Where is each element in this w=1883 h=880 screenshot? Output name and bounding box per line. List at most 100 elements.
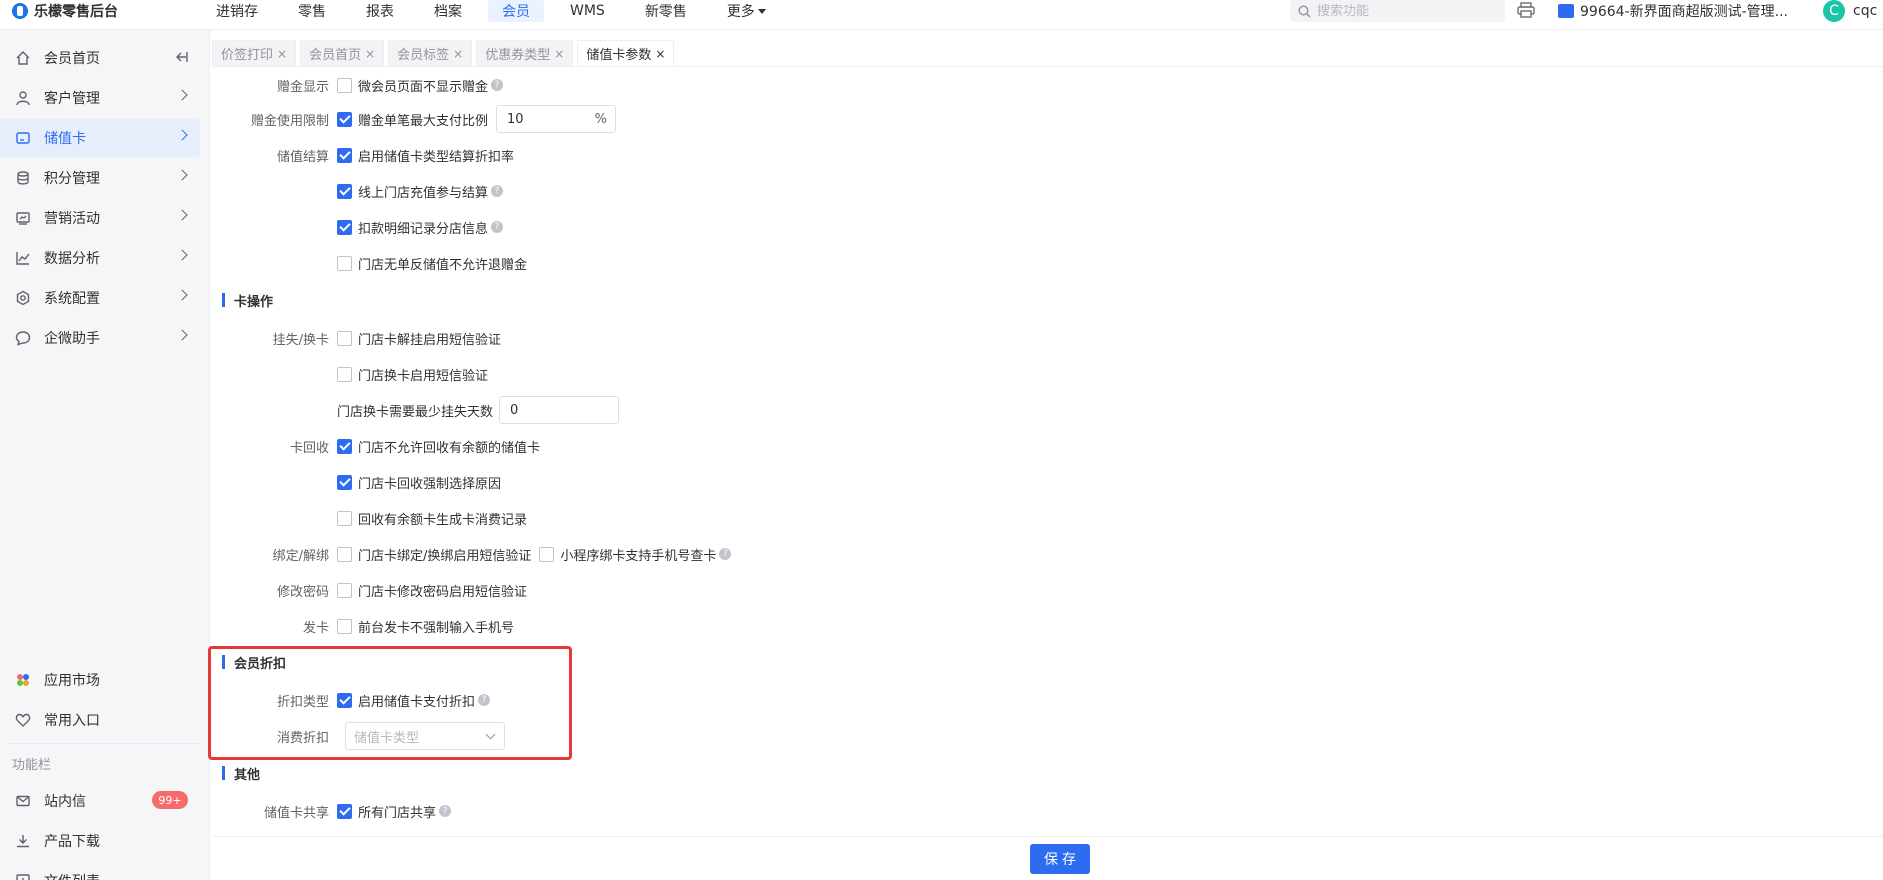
sidebar-item-file-list[interactable]: 文件列表 xyxy=(0,862,200,880)
issue-row: 发卡 前台发卡不强制输入手机号 xyxy=(212,612,514,640)
checkbox-box[interactable] xyxy=(337,366,352,382)
min-days-input[interactable]: 0 xyxy=(499,396,620,424)
sidebar-item-stored-value-card[interactable]: 储值卡 xyxy=(0,119,200,157)
sidebar-item-product-download[interactable]: 产品下载 xyxy=(0,822,200,860)
store-selector[interactable]: 99664-新界面商超版测试-管理... xyxy=(1558,0,1788,22)
user-icon xyxy=(14,89,32,107)
close-icon[interactable]: × xyxy=(554,47,564,61)
nav-item-archive[interactable]: 档案 xyxy=(420,0,476,22)
input-value: 10 xyxy=(507,111,524,127)
help-icon[interactable]: ? xyxy=(719,548,732,560)
tab-coupon-types[interactable]: 优惠券类型 × xyxy=(476,40,574,66)
close-icon[interactable]: × xyxy=(365,47,375,61)
tab-member-tags[interactable]: 会员标签 × xyxy=(388,40,473,66)
sidebar-item-favorites[interactable]: 常用入口 xyxy=(0,701,200,739)
password-checkbox[interactable]: 门店卡修改密码启用短信验证 xyxy=(337,581,527,600)
sidebar-item-points[interactable]: 积分管理 xyxy=(0,159,200,197)
settings-icon xyxy=(14,289,32,307)
checkbox-box[interactable] xyxy=(337,183,352,199)
close-icon[interactable]: × xyxy=(655,47,665,61)
field-label: 绑定/解绑 xyxy=(272,548,329,564)
sidebar-item-label: 应用市场 xyxy=(44,673,100,689)
loss-row-2: 门店换卡启用短信验证 xyxy=(212,360,488,388)
user-menu[interactable]: C cqc xyxy=(1823,0,1877,22)
mail-icon xyxy=(14,792,32,810)
recycle-checkbox-1[interactable]: 门店不允许回收有余额的储值卡 xyxy=(337,437,540,456)
marketing-icon xyxy=(14,209,32,227)
user-name: cqc xyxy=(1853,3,1878,19)
sidebar-item-customer[interactable]: 客户管理 xyxy=(0,79,200,117)
share-checkbox[interactable]: 所有门店共享? xyxy=(337,802,452,821)
field-label: 储值结算 xyxy=(276,149,329,165)
search-input[interactable] xyxy=(1317,3,1487,19)
recycle-checkbox-3[interactable]: 回收有余额卡生成卡消费记录 xyxy=(337,509,527,528)
nav-item-member[interactable]: 会员 xyxy=(488,0,544,22)
settlement-checkbox-3[interactable]: 扣款明细记录分店信息? xyxy=(337,218,504,237)
nav-item-reports[interactable]: 报表 xyxy=(352,0,408,22)
loss-checkbox-2[interactable]: 门店换卡启用短信验证 xyxy=(337,365,488,384)
top-bar: 乐檬零售后台 进销存 零售 报表 档案 会员 WMS 新零售 更多 99664-… xyxy=(0,0,1883,30)
settlement-checkbox-1[interactable]: 启用储值卡类型结算折扣率 xyxy=(337,146,514,165)
checkbox-box[interactable] xyxy=(337,147,352,163)
help-icon[interactable]: ? xyxy=(439,805,452,817)
checkbox-box[interactable] xyxy=(337,111,352,127)
settlement-checkbox-4[interactable]: 门店无单反储值不允许退赠金 xyxy=(337,254,527,273)
close-icon[interactable]: × xyxy=(277,47,287,61)
issue-checkbox[interactable]: 前台发卡不强制输入手机号 xyxy=(337,617,514,636)
sidebar-item-app-market[interactable]: 应用市场 xyxy=(0,661,200,699)
settlement-checkbox-2[interactable]: 线上门店充值参与结算? xyxy=(337,182,504,201)
store-icon xyxy=(1558,4,1574,18)
tab-member-home[interactable]: 会员首页 × xyxy=(300,40,385,66)
recycle-checkbox-2[interactable]: 门店卡回收强制选择原因 xyxy=(337,473,501,492)
sidebar-item-member-home[interactable]: 会员首页 xyxy=(0,39,200,77)
bind-checkbox-2[interactable]: 小程序绑卡支持手机号查卡? xyxy=(539,545,732,564)
help-icon[interactable]: ? xyxy=(491,185,504,197)
checkbox-box[interactable] xyxy=(337,77,352,93)
help-icon[interactable]: ? xyxy=(491,221,504,233)
nav-item-inventory[interactable]: 进销存 xyxy=(202,0,272,22)
tab-price-tag-print[interactable]: 价签打印 × xyxy=(212,40,297,66)
save-button[interactable]: 保存 xyxy=(1030,844,1090,874)
page-tabs: 价签打印 × 会员首页 × 会员标签 × 优惠券类型 × 储值卡参数 × xyxy=(212,40,675,66)
sidebar-item-marketing[interactable]: 营销活动 xyxy=(0,199,200,237)
checkbox-box[interactable] xyxy=(337,219,352,235)
checkbox-box[interactable] xyxy=(539,546,555,562)
option-label: 前台发卡不强制输入手机号 xyxy=(358,620,515,636)
bind-checkbox-1[interactable]: 门店卡绑定/换绑启用短信验证 xyxy=(337,545,531,564)
option-label: 所有门店共享 xyxy=(358,805,437,821)
gift-display-checkbox[interactable]: 微会员页面不显示赠金? xyxy=(337,76,504,95)
nav-item-wms[interactable]: WMS xyxy=(556,0,619,22)
nav-item-more[interactable]: 更多 xyxy=(713,0,780,22)
sidebar-item-wecom-assistant[interactable]: 企微助手 xyxy=(0,319,200,357)
password-row: 修改密码 门店卡修改密码启用短信验证 xyxy=(212,576,527,604)
checkbox-box[interactable] xyxy=(337,330,352,346)
gift-limit-checkbox[interactable]: 赠金单笔最大支付比例 xyxy=(337,110,488,129)
search-box[interactable] xyxy=(1290,0,1505,22)
printer-icon[interactable] xyxy=(1517,2,1535,18)
tab-label: 优惠券类型 xyxy=(485,48,551,63)
loss-checkbox-1[interactable]: 门店卡解挂启用短信验证 xyxy=(337,329,501,348)
checkbox-box[interactable] xyxy=(337,255,352,271)
sidebar-item-data-analysis[interactable]: 数据分析 xyxy=(0,239,200,277)
help-icon[interactable]: ? xyxy=(491,79,504,91)
option-label: 启用储值卡类型结算折扣率 xyxy=(358,149,515,165)
checkbox-box[interactable] xyxy=(337,438,352,454)
option-label: 赠金单笔最大支付比例 xyxy=(358,113,489,129)
checkbox-box[interactable] xyxy=(337,474,352,490)
checkbox-box[interactable] xyxy=(337,618,352,634)
tab-card-params[interactable]: 储值卡参数 × xyxy=(577,40,675,66)
app-logo[interactable]: 乐檬零售后台 xyxy=(12,0,118,22)
sidebar-item-system-config[interactable]: 系统配置 xyxy=(0,279,200,317)
checkbox-box[interactable] xyxy=(337,510,352,526)
checkbox-box[interactable] xyxy=(337,546,352,562)
nav-item-new-retail[interactable]: 新零售 xyxy=(631,0,701,22)
checkbox-box[interactable] xyxy=(337,803,352,819)
main-nav: 进销存 零售 报表 档案 会员 WMS 新零售 更多 xyxy=(202,0,792,22)
checkbox-box[interactable] xyxy=(337,582,352,598)
field-label: 卡回收 xyxy=(289,440,329,456)
gift-ratio-input[interactable]: 10% xyxy=(496,105,617,133)
collapse-sidebar-icon[interactable] xyxy=(174,49,190,65)
gift-limit-row: 赠金使用限制 赠金单笔最大支付比例 10% xyxy=(212,105,617,133)
nav-item-retail[interactable]: 零售 xyxy=(284,0,340,22)
close-icon[interactable]: × xyxy=(453,47,463,61)
